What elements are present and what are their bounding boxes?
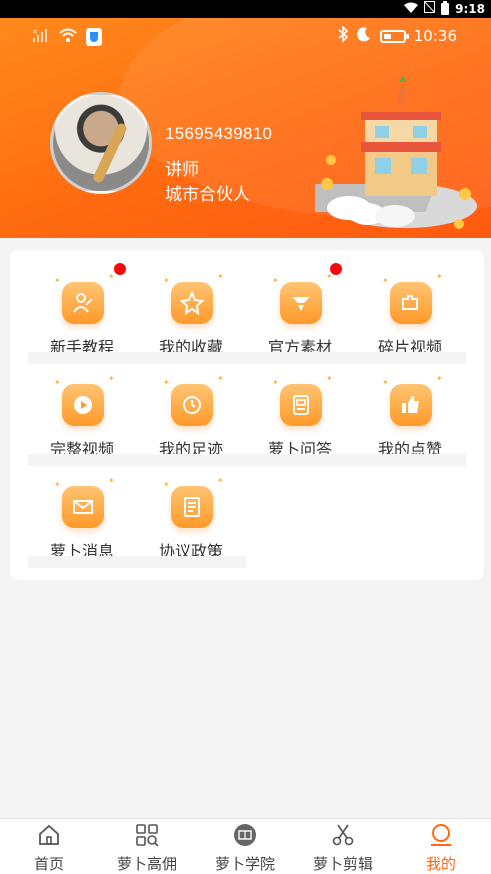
thumbs-up-icon	[390, 384, 432, 426]
star-icon	[171, 282, 213, 324]
tab-mine[interactable]: 我的	[392, 819, 490, 874]
battery-icon	[441, 0, 450, 15]
signal-icon: ×	[32, 28, 50, 46]
bottom-tab-bar: 首页 萝卜高佣 萝卜学院 萝卜剪辑 我的	[0, 818, 491, 874]
history-icon	[171, 384, 213, 426]
menu-item-qa[interactable]: ✦ ✦ 萝卜问答	[250, 360, 350, 459]
notification-badge	[330, 263, 342, 275]
tab-label: 首页	[33, 856, 64, 873]
tab-high-commission[interactable]: 萝卜高佣	[98, 819, 196, 874]
status-time: 10:36	[413, 27, 457, 45]
moon-icon	[356, 26, 372, 46]
document-icon	[171, 486, 213, 528]
academy-icon	[234, 824, 256, 846]
qa-icon	[280, 384, 322, 426]
menu-item-history[interactable]: ✦ ✦ 我的足迹	[141, 360, 241, 459]
system-time: 9:18	[455, 1, 485, 16]
tab-label: 萝卜高佣	[116, 856, 177, 873]
tab-home[interactable]: 首页	[0, 819, 98, 874]
tab-editing[interactable]: 萝卜剪辑	[294, 819, 392, 874]
shop-illustration	[315, 76, 477, 229]
user-title: 城市合伙人	[165, 185, 250, 204]
home-icon	[39, 824, 59, 845]
menu-item-official-material[interactable]: ✦ ✦ 官方素材	[250, 258, 350, 357]
scissors-icon	[332, 824, 354, 846]
profile-icon	[431, 824, 451, 846]
menu-item-likes[interactable]: ✦ ✦ 我的点赞	[360, 360, 460, 459]
tab-label: 我的	[425, 856, 456, 873]
bluetooth-icon	[338, 25, 348, 46]
puzzle-icon	[390, 282, 432, 324]
menu-item-fragment-video[interactable]: ✦ ✦ 碎片视频	[360, 258, 460, 357]
mail-icon	[62, 486, 104, 528]
tutorial-icon	[62, 282, 104, 324]
tab-academy[interactable]: 萝卜学院	[196, 819, 294, 874]
profile-header: × 10:36 15695439810 讲师 城市合伙人	[0, 18, 491, 238]
wifi-icon	[58, 27, 78, 46]
tab-label: 萝卜学院	[214, 856, 275, 873]
menu-item-policy[interactable]: ✦ ✦ 协议政策	[141, 462, 241, 561]
wifi-icon	[404, 2, 419, 16]
menu-item-favorites[interactable]: ✦ ✦ 我的收藏	[141, 258, 241, 357]
play-icon	[62, 384, 104, 426]
avatar[interactable]	[50, 92, 152, 194]
notification-badge	[114, 263, 126, 275]
svg-text:×: ×	[32, 28, 38, 36]
user-phone: 15695439810	[165, 124, 273, 143]
security-shield-icon	[86, 27, 102, 46]
user-role: 讲师	[165, 160, 199, 179]
menu-item-full-video[interactable]: ✦ ✦ 完整视频	[32, 360, 132, 459]
battery-icon	[379, 29, 409, 43]
menu-item-messages[interactable]: ✦ ✦ 萝卜消息	[32, 462, 132, 561]
grid-search-icon	[136, 824, 159, 847]
system-status-bar: 9:18	[0, 0, 491, 18]
no-sim-icon	[423, 0, 436, 16]
app-status-bar: × 10:36	[0, 18, 491, 54]
menu-item-tutorial[interactable]: ✦ ✦ 新手教程	[32, 258, 132, 357]
tab-label: 萝卜剪辑	[312, 856, 373, 873]
feature-menu-card: ✦ ✦ 新手教程 ✦ ✦ 我的收藏 ✦ ✦ 官方素材 ✦ ✦ 碎片视频 ✦ ✦ …	[10, 250, 484, 580]
material-icon	[280, 282, 322, 324]
